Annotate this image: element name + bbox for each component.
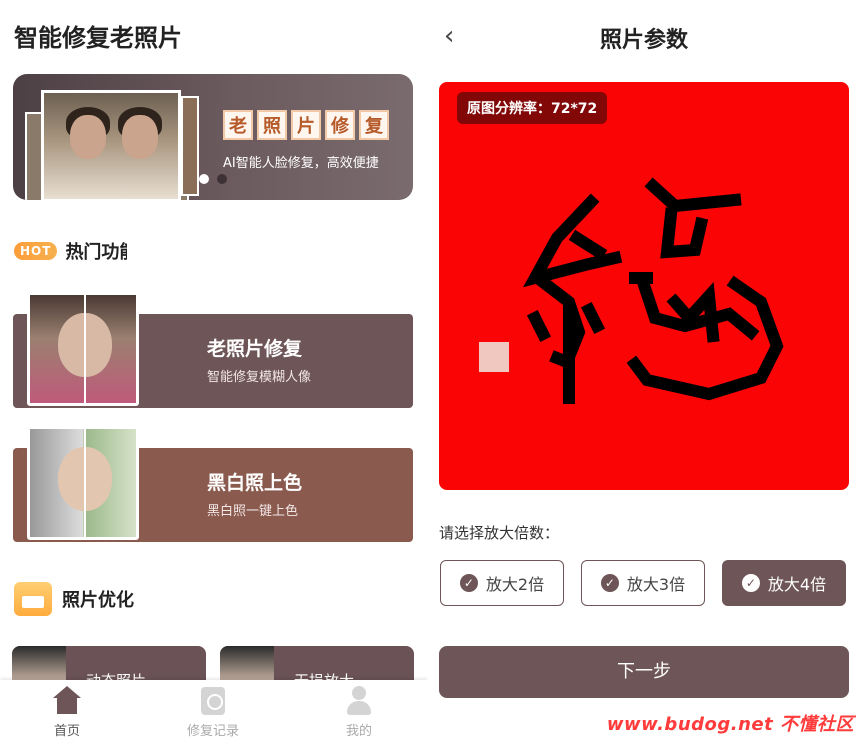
feature-subtitle: 黑白照一键上色 xyxy=(207,504,299,519)
colorize-thumbnail xyxy=(27,426,139,540)
banner-tagline: AI智能人脸修复，高效便捷 xyxy=(223,156,379,171)
feature-title: 黑白照上色 xyxy=(207,472,303,494)
check-icon: ✓ xyxy=(600,574,619,592)
tab-label: 我的 xyxy=(345,724,372,739)
banner-photo-edge xyxy=(181,96,199,196)
fu-character-image xyxy=(479,177,784,404)
carousel-dot[interactable] xyxy=(217,174,227,184)
magnify-option-label: 放大3倍 xyxy=(626,575,686,594)
restore-thumbnail xyxy=(27,292,139,406)
photo-opt-header: 照片优化 xyxy=(14,582,134,616)
photo-opt-title: 照片优化 xyxy=(62,590,134,611)
bottom-tab-bar: 首页 修复记录 我的 xyxy=(0,680,428,744)
tab-label: 首页 xyxy=(53,724,80,739)
stamp-char: 片 xyxy=(291,110,321,140)
resolution-badge: 原图分辨率：72*72 xyxy=(457,92,608,124)
app-title: 智能修复老照片 xyxy=(14,24,182,52)
stamp-char: 照 xyxy=(257,110,287,140)
site-watermark: www.budog.net 不懂社区 xyxy=(606,714,854,735)
magnify-label: 请选择放大倍数： xyxy=(439,524,560,542)
next-step-button[interactable]: 下一步 xyxy=(439,646,849,698)
home-icon xyxy=(52,686,82,716)
banner-stamp: 老 照 片 修 复 xyxy=(223,110,389,140)
stamp-char: 修 xyxy=(325,110,355,140)
home-screen: 智能修复老照片 老 照 片 修 复 AI智能人脸修复，高效便捷 HOT 热门功能… xyxy=(0,0,428,744)
magnify-4x-button[interactable]: ✓ 放大4倍 xyxy=(722,560,846,606)
image-icon xyxy=(14,582,52,616)
feature-card-restore[interactable]: 老照片修复 智能修复模糊人像 xyxy=(13,292,413,408)
tab-history[interactable]: 修复记录 xyxy=(168,686,258,739)
photo-preview: 原图分辨率：72*72 xyxy=(439,82,849,490)
feature-card-colorize[interactable]: 黑白照上色 黑白照一键上色 xyxy=(13,426,413,542)
params-screen: ‹ 照片参数 原图分辨率：72*72 请选择放大倍数： ✓ 放大2倍 ✓ 放大3… xyxy=(428,0,860,744)
carousel-dot-active[interactable] xyxy=(199,174,209,184)
page-title: 照片参数 xyxy=(599,28,688,53)
banner-photo xyxy=(41,90,181,200)
tab-home[interactable]: 首页 xyxy=(22,686,112,739)
hot-section-header: HOT 热门功能 xyxy=(14,238,127,264)
check-icon: ✓ xyxy=(459,574,478,592)
check-icon: ✓ xyxy=(741,574,760,592)
feature-title: 老照片修复 xyxy=(207,338,303,360)
tab-profile[interactable]: 我的 xyxy=(314,686,404,739)
history-icon xyxy=(198,686,228,716)
stamp-char: 复 xyxy=(359,110,389,140)
stamp-char: 老 xyxy=(223,110,253,140)
promo-banner[interactable]: 老 照 片 修 复 AI智能人脸修复，高效便捷 xyxy=(13,74,413,200)
feature-subtitle: 智能修复模糊人像 xyxy=(207,370,312,385)
magnify-3x-button[interactable]: ✓ 放大3倍 xyxy=(581,560,705,606)
hot-section-title: 热门功能 xyxy=(65,242,127,263)
tab-label: 修复记录 xyxy=(186,724,239,739)
magnify-option-label: 放大2倍 xyxy=(485,575,545,594)
magnify-2x-button[interactable]: ✓ 放大2倍 xyxy=(440,560,564,606)
user-icon xyxy=(344,686,374,716)
magnify-option-label: 放大4倍 xyxy=(767,575,827,594)
hot-badge: HOT xyxy=(14,242,58,260)
